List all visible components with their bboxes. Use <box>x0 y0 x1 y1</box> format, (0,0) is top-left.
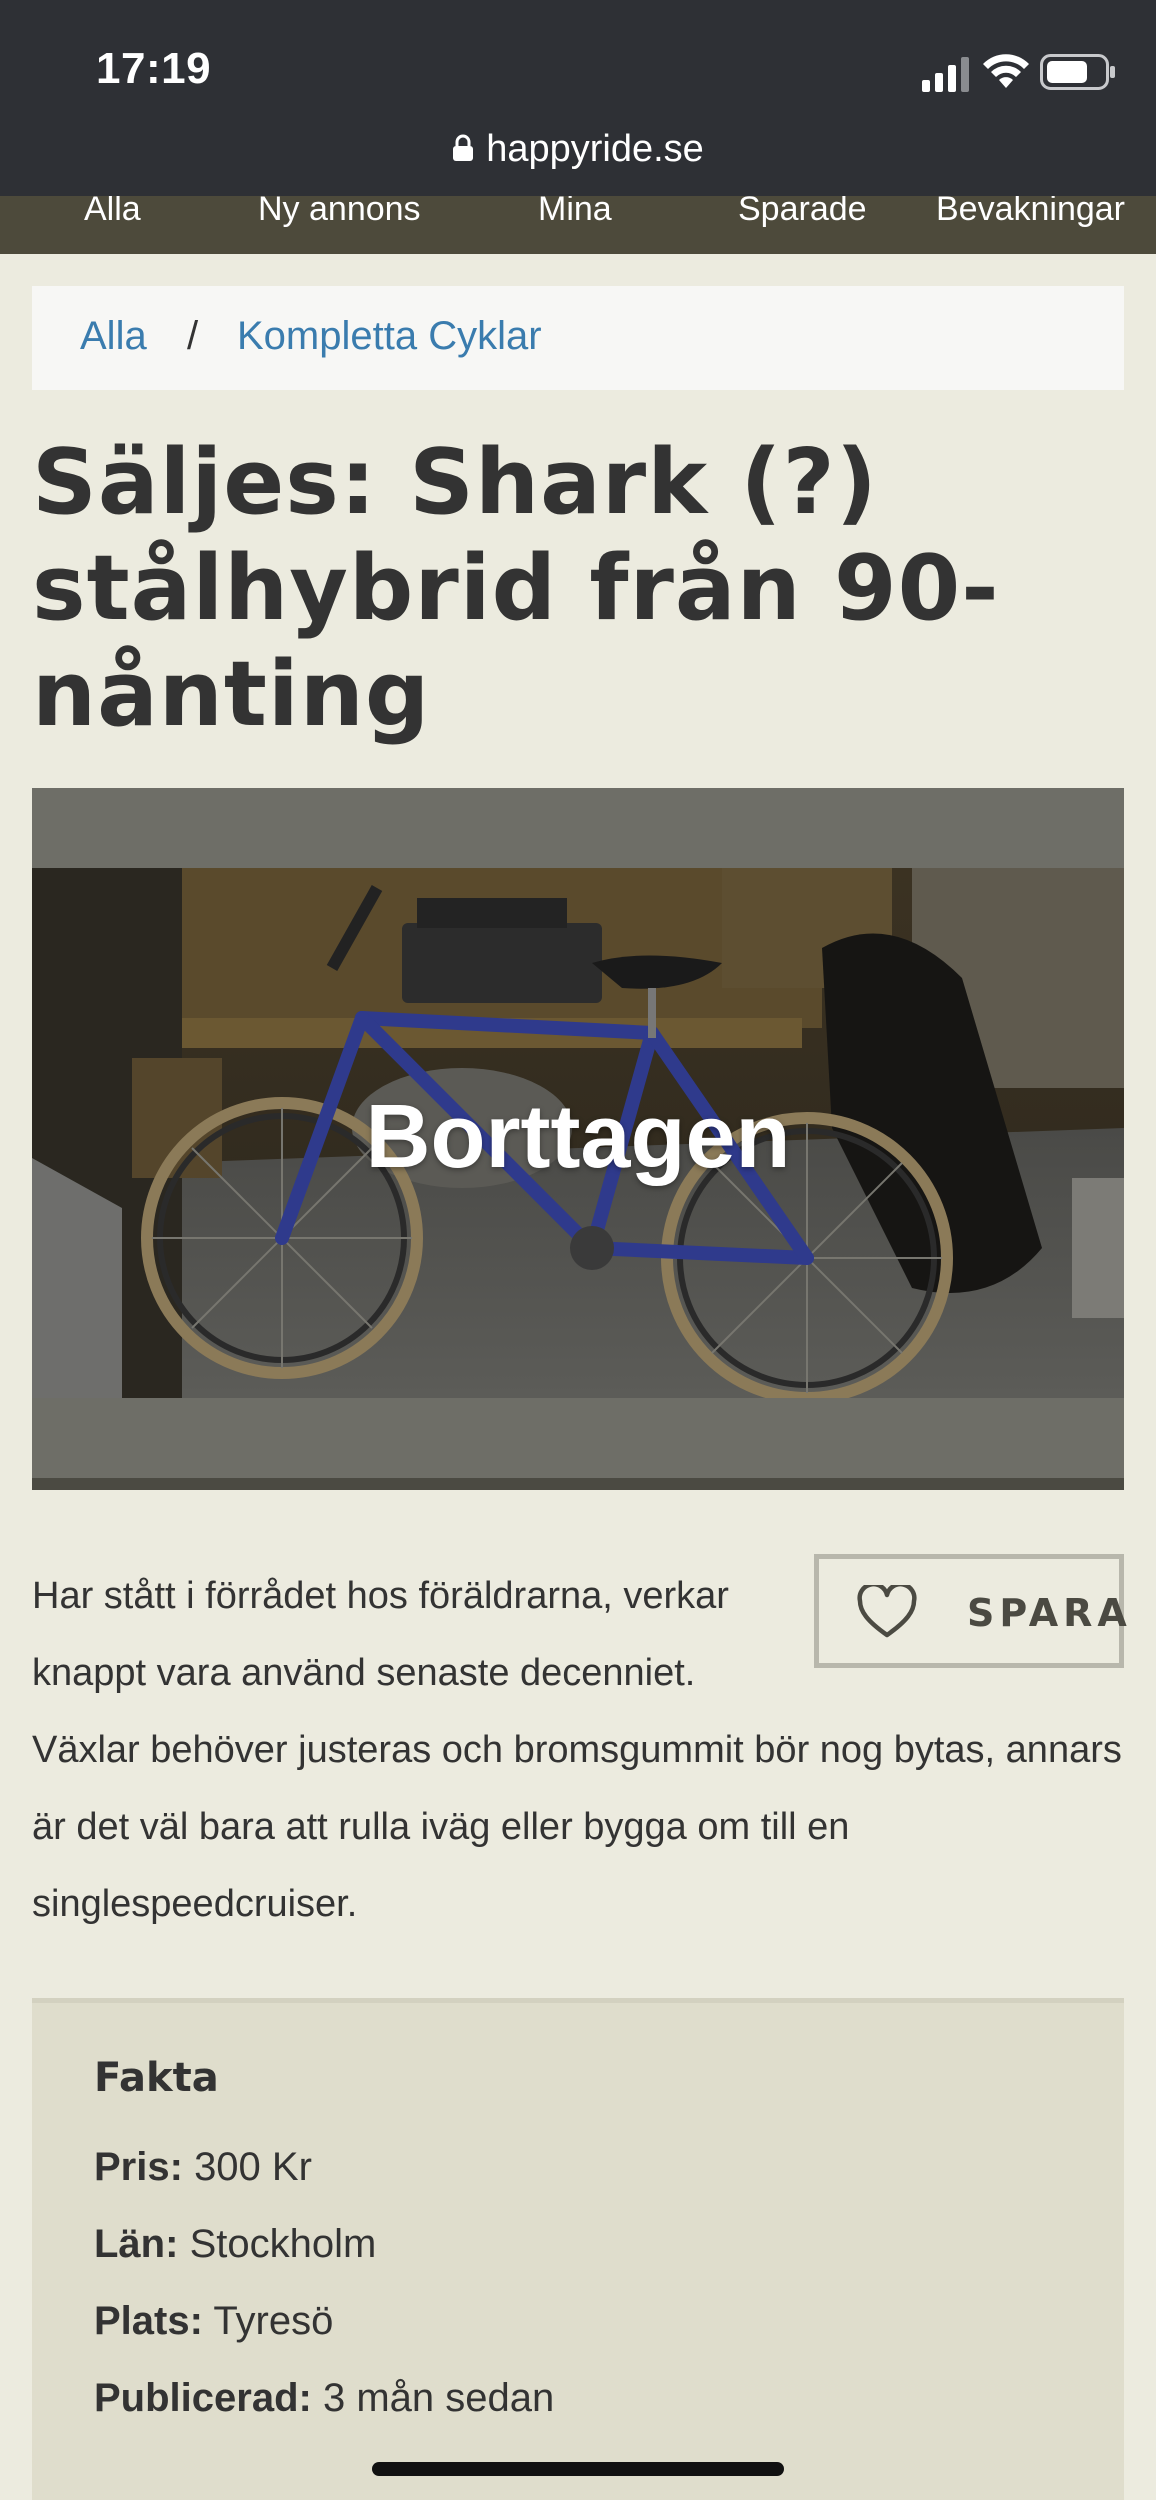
fact-value: 300 Kr <box>194 2145 312 2189</box>
listing-image-frame: Borttagen <box>32 788 1124 1490</box>
removed-overlay-label: Borttagen <box>365 1087 791 1187</box>
fact-label: Publicerad: <box>94 2376 312 2420</box>
lock-icon <box>453 134 474 161</box>
breadcrumb: Alla / Kompletta Cyklar <box>32 286 1124 390</box>
fact-label: Plats: <box>94 2299 203 2343</box>
nav-item-sparade[interactable]: Sparade <box>738 196 867 229</box>
status-bar: 17:19 happyride.se <box>0 0 1156 200</box>
breadcrumb-home-link[interactable]: Alla <box>80 314 147 359</box>
breadcrumb-category-link[interactable]: Kompletta Cyklar <box>237 314 542 359</box>
nav-item-bevakningar[interactable]: Bevakningar <box>936 196 1125 229</box>
fact-row-place: Plats: Tyresö <box>94 2299 333 2344</box>
battery-icon <box>1040 54 1115 90</box>
fact-row-county: Län: Stockholm <box>94 2222 376 2267</box>
fact-row-price: Pris: 300 Kr <box>94 2145 312 2190</box>
home-indicator[interactable] <box>372 2462 784 2476</box>
facts-title: Fakta <box>94 2055 219 2101</box>
fact-row-published: Publicerad: 3 mån sedan <box>94 2376 554 2421</box>
nav-item-ny-annons[interactable]: Ny annons <box>258 196 421 229</box>
fact-value: Stockholm <box>189 2222 377 2266</box>
wifi-icon <box>983 54 1029 88</box>
status-time: 17:19 <box>96 44 212 93</box>
nav-item-alla[interactable]: Alla <box>84 196 141 229</box>
fact-label: Län: <box>94 2222 179 2266</box>
top-nav: Alla Ny annons Mina Sparade Bevakningar <box>0 196 1156 254</box>
listing-photo[interactable]: Borttagen <box>32 868 1124 1398</box>
facts-box: Fakta Pris: 300 Kr Län: Stockholm Plats:… <box>32 1998 1124 2500</box>
breadcrumb-separator: / <box>187 314 199 358</box>
listing-description: Har stått i förrådet hos föräldrarna, ve… <box>32 1558 1132 1943</box>
address-bar[interactable]: happyride.se <box>0 128 1156 184</box>
save-button-spacer <box>792 1558 1132 1698</box>
address-bar-url: happyride.se <box>486 128 704 170</box>
cellular-signal-icon <box>922 57 969 92</box>
page-title: Säljes: Shark (?) stålhybrid från 90-nån… <box>32 430 1000 747</box>
fact-label: Pris: <box>94 2145 183 2189</box>
fact-value: Tyresö <box>213 2299 334 2343</box>
fact-value: 3 mån sedan <box>322 2376 555 2420</box>
nav-item-mina[interactable]: Mina <box>538 196 612 229</box>
